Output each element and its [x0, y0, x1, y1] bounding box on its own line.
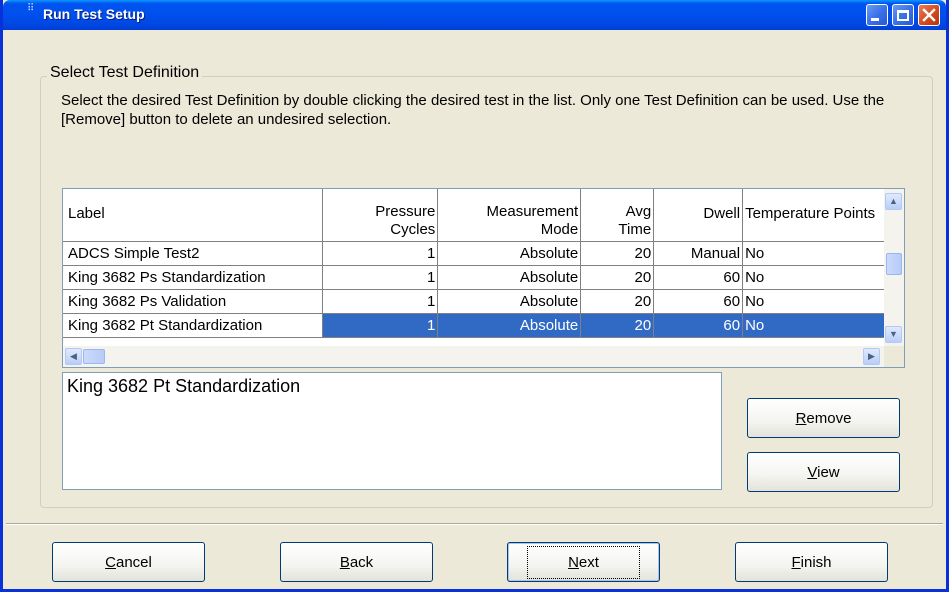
cancel-button[interactable]: Cancel — [52, 542, 205, 582]
cell-temperature-points: No — [742, 289, 885, 314]
cell-dwell: 60 — [653, 313, 744, 338]
cell-avg-time: 20 — [580, 265, 655, 290]
cell-label: King 3682 Pt Standardization — [63, 313, 324, 338]
back-button-label: Back — [339, 553, 374, 571]
app-icon: ⠿ — [27, 3, 36, 14]
cell-pressure-cycles: 1 — [322, 289, 439, 314]
next-button-label: Next — [527, 545, 640, 579]
column-header-label[interactable]: Label — [63, 189, 324, 242]
scrollbar-corner — [884, 346, 904, 367]
view-button-label: View — [807, 463, 840, 481]
cell-label: King 3682 Ps Standardization — [63, 265, 324, 290]
cell-measurement-mode: Absolute — [437, 289, 582, 314]
scroll-left-button[interactable]: ◀ — [65, 348, 82, 365]
test-definition-grid[interactable]: Label Pressure Cycles Measurement Mode A… — [62, 188, 905, 368]
remove-button-label: Remove — [795, 409, 852, 427]
table-row[interactable]: King 3682 Ps Validation 1 Absolute 20 60… — [63, 289, 885, 314]
column-header-pressure-cycles[interactable]: Pressure Cycles — [322, 189, 439, 242]
remove-button[interactable]: Remove — [747, 398, 900, 438]
cell-dwell: Manual — [653, 241, 744, 266]
finish-button[interactable]: Finish — [735, 542, 888, 582]
grid-header-row: Label Pressure Cycles Measurement Mode A… — [63, 189, 885, 242]
cancel-button-label: Cancel — [105, 553, 152, 571]
cell-avg-time: 20 — [580, 289, 655, 314]
close-icon — [922, 8, 936, 22]
cell-label: King 3682 Ps Validation — [63, 289, 324, 314]
vertical-scroll-thumb[interactable] — [886, 253, 902, 275]
column-header-temperature-points[interactable]: Temperature Points — [742, 189, 885, 242]
cell-avg-time: 20 — [580, 313, 655, 338]
cell-measurement-mode: Absolute — [437, 313, 582, 338]
group-title: Select Test Definition — [47, 64, 203, 82]
table-row-selected[interactable]: King 3682 Pt Standardization 1 Absolute … — [63, 313, 885, 338]
cell-pressure-cycles: 1 — [322, 313, 439, 338]
chevron-left-icon: ◀ — [70, 351, 77, 361]
grid-table: Label Pressure Cycles Measurement Mode A… — [63, 189, 885, 338]
cell-temperature-points: No — [742, 313, 885, 338]
cell-temperature-points: No — [742, 265, 885, 290]
column-header-measurement-mode[interactable]: Measurement Mode — [437, 189, 582, 242]
view-button[interactable]: View — [747, 452, 900, 492]
chevron-up-icon: ▲ — [889, 196, 898, 206]
minimize-button[interactable] — [866, 4, 888, 26]
cell-avg-time: 20 — [580, 241, 655, 266]
cell-label: ADCS Simple Test2 — [63, 241, 324, 266]
table-row[interactable]: King 3682 Ps Standardization 1 Absolute … — [63, 265, 885, 290]
cell-measurement-mode: Absolute — [437, 241, 582, 266]
scroll-up-button[interactable]: ▲ — [885, 193, 902, 210]
cell-temperature-points: No — [742, 241, 885, 266]
horizontal-scrollbar[interactable]: ◀ ▶ — [63, 346, 904, 367]
next-button[interactable]: Next — [507, 542, 660, 582]
vertical-scrollbar[interactable]: ▲ ▼ — [884, 189, 904, 346]
horizontal-scroll-thumb[interactable] — [83, 349, 105, 364]
table-row[interactable]: ADCS Simple Test2 1 Absolute 20 Manual N… — [63, 241, 885, 266]
maximize-icon — [897, 9, 909, 21]
column-header-dwell[interactable]: Dwell — [653, 189, 744, 242]
finish-button-label: Finish — [791, 553, 832, 571]
scroll-right-button[interactable]: ▶ — [863, 348, 880, 365]
maximize-button[interactable] — [892, 4, 914, 26]
column-header-avg-time[interactable]: Avg Time — [580, 189, 655, 242]
back-button[interactable]: Back — [280, 542, 433, 582]
chevron-right-icon: ▶ — [868, 351, 875, 361]
cell-dwell: 60 — [653, 265, 744, 290]
run-test-setup-window: ⠿ Run Test Setup Select Test Definition … — [0, 0, 949, 592]
cell-dwell: 60 — [653, 289, 744, 314]
footer-divider — [6, 523, 943, 525]
chevron-down-icon: ▼ — [889, 329, 898, 339]
window-title: Run Test Setup — [43, 6, 145, 22]
selected-test-memo[interactable]: King 3682 Pt Standardization — [62, 372, 722, 490]
cell-pressure-cycles: 1 — [322, 265, 439, 290]
cell-measurement-mode: Absolute — [437, 265, 582, 290]
close-button[interactable] — [918, 4, 940, 26]
cell-pressure-cycles: 1 — [322, 241, 439, 266]
scroll-down-button[interactable]: ▼ — [885, 326, 902, 343]
minimize-icon — [871, 18, 879, 21]
instructions-text: Select the desired Test Definition by do… — [61, 92, 885, 128]
title-bar[interactable]: ⠿ Run Test Setup — [3, 0, 946, 30]
